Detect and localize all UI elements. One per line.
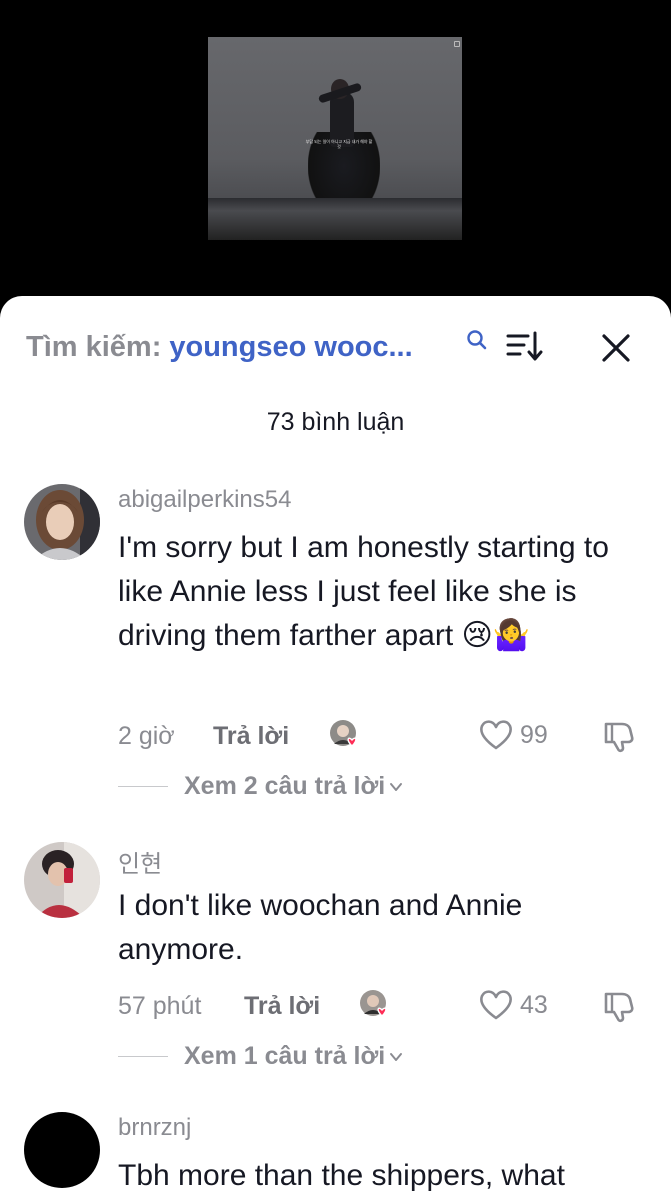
search-icon[interactable]: [466, 329, 488, 351]
heart-icon: [480, 990, 512, 1020]
search-prefix: Tìm kiếm:: [26, 330, 162, 363]
pip-icon: [454, 41, 460, 47]
like-count: 99: [520, 720, 548, 749]
video-caption: 부담 되는 일이 아니고 지금 내가 해야 할 것: [305, 139, 373, 149]
comment-item: brnrznj Tbh more than the shippers, what: [0, 1110, 671, 1199]
view-replies-label: Xem 1 câu trả lời: [184, 1042, 386, 1070]
avatar-image: [24, 842, 100, 918]
comment-item: 인현 I don't like woochan and Annie anymor…: [0, 840, 671, 1080]
view-replies-button[interactable]: Xem 2 câu trả lời: [118, 772, 403, 801]
close-icon[interactable]: [600, 332, 632, 364]
view-replies-button[interactable]: Xem 1 câu trả lời: [118, 1042, 403, 1071]
chevron-down-icon: [390, 1052, 403, 1061]
comment-count: 73 bình luận: [266, 408, 405, 436]
dislike-icon[interactable]: [602, 988, 636, 1024]
replies-divider: [118, 786, 168, 787]
sort-icon[interactable]: [506, 330, 544, 362]
comment-username[interactable]: brnrznj: [118, 1114, 191, 1142]
comments-sheet: Tìm kiếm: youngseo wooc... 73 bình luận: [0, 296, 671, 1199]
replies-divider: [118, 1056, 168, 1057]
video-thumbnail[interactable]: 부담 되는 일이 아니고 지금 내가 해야 할 것: [208, 37, 462, 240]
dislike-icon[interactable]: [602, 718, 636, 754]
like-count: 43: [520, 990, 548, 1019]
comment-item: abigailperkins54 I'm sorry but I am hone…: [0, 482, 671, 802]
creator-liked-icon: [330, 720, 357, 747]
comment-actions: 2 giờ Trả lời 99: [118, 718, 648, 754]
view-replies-label: Xem 2 câu trả lời: [184, 772, 386, 800]
like-button[interactable]: 99: [478, 718, 548, 752]
comment-text: Tbh more than the shippers, what: [118, 1159, 565, 1192]
stage-floor: [208, 198, 462, 240]
comment-time: 57 phút: [118, 992, 202, 1020]
avatar[interactable]: [24, 484, 100, 560]
creator-liked-icon: [360, 990, 387, 1017]
reply-button[interactable]: Trả lời: [244, 992, 320, 1021]
reply-button[interactable]: Trả lời: [213, 722, 289, 751]
avatar-image: [24, 484, 100, 560]
comment-time: 2 giờ: [118, 722, 175, 750]
chevron-down-icon: [390, 782, 403, 791]
comment-username[interactable]: abigailperkins54: [118, 486, 291, 514]
like-button[interactable]: 43: [478, 988, 548, 1022]
comment-text: I'm sorry but I am honestly starting to …: [118, 531, 609, 652]
search-query[interactable]: youngseo wooc...: [169, 331, 412, 364]
comment-text: I don't like woochan and Annie anymore.: [118, 889, 523, 966]
avatar[interactable]: [24, 842, 100, 918]
comment-username[interactable]: 인현: [118, 844, 162, 879]
heart-icon: [480, 720, 512, 750]
comment-actions: 57 phút Trả lời 43: [118, 988, 648, 1024]
search-bar[interactable]: Tìm kiếm: youngseo wooc...: [26, 326, 413, 368]
avatar[interactable]: [24, 1112, 100, 1188]
video-area: 부담 되는 일이 아니고 지금 내가 해야 할 것: [0, 0, 671, 300]
